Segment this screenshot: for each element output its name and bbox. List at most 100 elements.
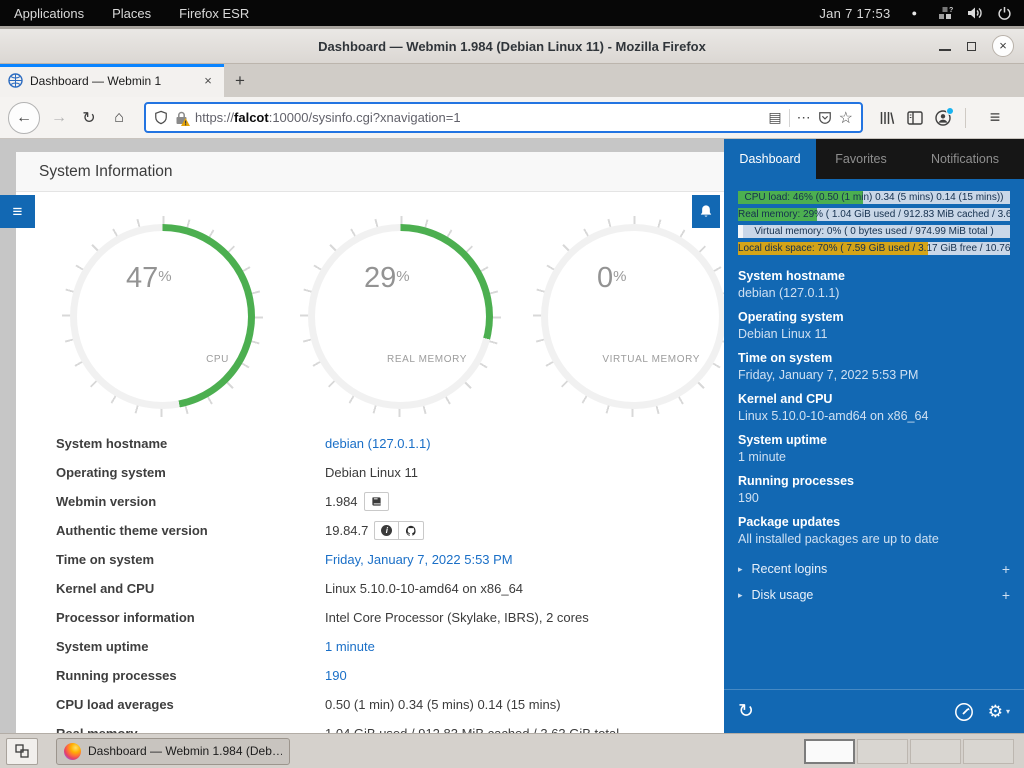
volume-icon[interactable] — [967, 6, 984, 20]
gauge-label: VIRTUAL MEMORY — [602, 354, 700, 365]
collapse-arrow-icon: ▸ — [738, 590, 743, 601]
active-app-menu[interactable]: Firefox ESR — [165, 6, 263, 21]
system-monitor-icon[interactable] — [954, 702, 974, 722]
table-row: Real memory1.04 GiB used / 912.83 MiB ca… — [16, 719, 724, 733]
close-window-button[interactable]: × — [992, 35, 1014, 57]
tracking-protection-shield-icon[interactable] — [154, 110, 168, 125]
refresh-icon[interactable]: ↻ — [738, 700, 754, 723]
sidebar-tabs: Dashboard Favorites Notifications — [724, 139, 1024, 179]
gauge-ring — [308, 224, 493, 409]
gauge-value: 29% — [364, 262, 410, 295]
workspace-3[interactable] — [910, 739, 961, 764]
minimize-button[interactable] — [939, 49, 951, 51]
tab-notifications[interactable]: Notifications — [906, 139, 1024, 179]
cpu-load-bar: CPU load: 46% (0.50 (1 min) 0.34 (5 mins… — [738, 191, 1010, 204]
dashboard-sidebar: Dashboard Favorites Notifications CPU lo… — [724, 139, 1024, 733]
workspace-2[interactable] — [857, 739, 908, 764]
tab-dashboard-panel[interactable]: Dashboard — [724, 139, 816, 179]
gauges-row: 47% CPU 29% REAL MEMORY 0% VIRTUAL MEMOR… — [16, 192, 724, 429]
info-icon: i — [381, 525, 392, 536]
caret-down-icon: ▾ — [1006, 707, 1010, 716]
pocket-icon[interactable] — [818, 111, 832, 125]
disk-usage-row[interactable]: ▸ Disk usage + — [738, 582, 1010, 608]
table-row: Processor informationIntel Core Processo… — [16, 603, 724, 632]
bookmark-star-icon[interactable]: ☆ — [839, 108, 853, 128]
tab-dashboard[interactable]: Dashboard — Webmin 1 × — [0, 64, 224, 97]
sidebar-menu-toggle-button[interactable]: ≡ — [0, 195, 35, 228]
table-row: System hostnamedebian (127.0.1.1) — [16, 429, 724, 458]
window-title: Dashboard — Webmin 1.984 (Debian Linux 1… — [0, 29, 1024, 63]
tab-favorites[interactable]: Favorites — [816, 139, 906, 179]
app-menu-hamburger-icon[interactable]: ≡ — [980, 103, 1010, 133]
gauge-label: REAL MEMORY — [387, 354, 467, 365]
account-notification-dot — [946, 107, 954, 115]
section: Operating systemDebian Linux 11 — [738, 310, 1010, 341]
section: Kernel and CPULinux 5.10.0-10-amd64 on x… — [738, 392, 1010, 423]
urlbar-separator — [789, 109, 790, 127]
tab-bar: Dashboard — Webmin 1 × + — [0, 64, 1024, 97]
book-icon — [371, 496, 382, 507]
notifications-bell-button[interactable] — [692, 195, 720, 228]
bell-icon — [699, 204, 713, 219]
power-icon[interactable] — [997, 6, 1012, 21]
lock-warning-icon[interactable] — [175, 111, 188, 125]
page-actions-icon[interactable]: ⋯ — [797, 109, 811, 126]
firefox-logo-icon — [64, 743, 81, 760]
theme-info-button[interactable]: i — [374, 521, 399, 540]
settings-gear-icon[interactable]: ⚙▾ — [988, 702, 1010, 722]
system-info-table: System hostnamedebian (127.0.1.1) Operat… — [16, 429, 724, 733]
tab-title: Dashboard — Webmin 1 — [30, 74, 193, 88]
hostname-link[interactable]: debian (127.0.1.1) — [325, 436, 431, 451]
reload-button[interactable]: ↻ — [74, 103, 104, 133]
expand-plus-icon[interactable]: + — [1002, 561, 1010, 577]
release-notes-button[interactable] — [364, 492, 389, 511]
gauge-virtual-memory: 0% VIRTUAL MEMORY — [533, 216, 724, 417]
collapse-arrow-icon: ▸ — [738, 564, 743, 575]
github-icon — [405, 525, 417, 537]
table-row: Running processes190 — [16, 661, 724, 690]
webmin-favicon-icon — [8, 73, 23, 88]
sidebar-footer: ↻ ⚙▾ — [724, 689, 1024, 733]
uptime-link[interactable]: 1 minute — [325, 639, 375, 654]
new-tab-button[interactable]: + — [224, 64, 256, 97]
url-text[interactable]: https://falcot:10000/sysinfo.cgi?xnaviga… — [195, 110, 761, 125]
back-button[interactable]: ← — [8, 102, 40, 134]
workspace-1[interactable] — [804, 739, 855, 764]
recent-logins-row[interactable]: ▸ Recent logins + — [738, 556, 1010, 582]
time-link[interactable]: Friday, January 7, 2022 5:53 PM — [325, 552, 513, 567]
gauge-real-memory: 29% REAL MEMORY — [300, 216, 501, 417]
library-icon[interactable] — [879, 110, 895, 126]
places-menu[interactable]: Places — [98, 6, 165, 21]
content-panel: System Information 47% CPU 29% REAL MEMO… — [16, 152, 724, 733]
table-row: Webmin version 1.984 — [16, 487, 724, 516]
sidebar-sections: System hostnamedebian (127.0.1.1) Operat… — [724, 265, 1024, 556]
sidebars-icon[interactable] — [907, 111, 923, 125]
network-icon[interactable]: ? — [938, 6, 954, 20]
home-button[interactable]: ⌂ — [104, 103, 134, 133]
collapsible-groups: ▸ Recent logins + ▸ Disk usage + — [724, 556, 1024, 608]
url-bar[interactable]: https://falcot:10000/sysinfo.cgi?xnaviga… — [144, 102, 863, 133]
forward-button[interactable]: → — [44, 103, 74, 133]
real-memory-bar: Real memory: 29% ( 1.04 GiB used / 912.8… — [738, 208, 1010, 221]
workspace-switcher — [804, 739, 1018, 764]
toolbar-separator — [965, 108, 966, 128]
window-title-bar[interactable]: Dashboard — Webmin 1.984 (Debian Linux 1… — [0, 29, 1024, 64]
maximize-button[interactable] — [967, 42, 976, 51]
taskbar-firefox-task[interactable]: Dashboard — Webmin 1.984 (Deb… — [56, 738, 290, 765]
theme-github-button[interactable] — [399, 521, 424, 540]
section: Package updatesAll installed packages ar… — [738, 515, 1010, 546]
account-icon[interactable] — [935, 110, 951, 126]
section: Time on systemFriday, January 7, 2022 5:… — [738, 351, 1010, 382]
processes-link[interactable]: 190 — [325, 668, 347, 683]
expand-plus-icon[interactable]: + — [1002, 587, 1010, 603]
bottom-taskbar: Dashboard — Webmin 1.984 (Deb… — [0, 733, 1024, 768]
tab-close-icon[interactable]: × — [200, 73, 216, 88]
clock[interactable]: Jan 7 17:53 — [819, 6, 890, 21]
applications-menu[interactable]: Applications — [0, 6, 98, 21]
gauge-label: CPU — [206, 354, 229, 365]
workspace-4[interactable] — [963, 739, 1014, 764]
reader-view-icon[interactable]: ▤ — [768, 109, 781, 126]
navigation-toolbar: ← → ↻ ⌂ https://falcot:10000/sysinfo.cgi… — [0, 97, 1024, 139]
windows-icon — [15, 744, 29, 758]
show-desktop-button[interactable] — [6, 738, 38, 765]
